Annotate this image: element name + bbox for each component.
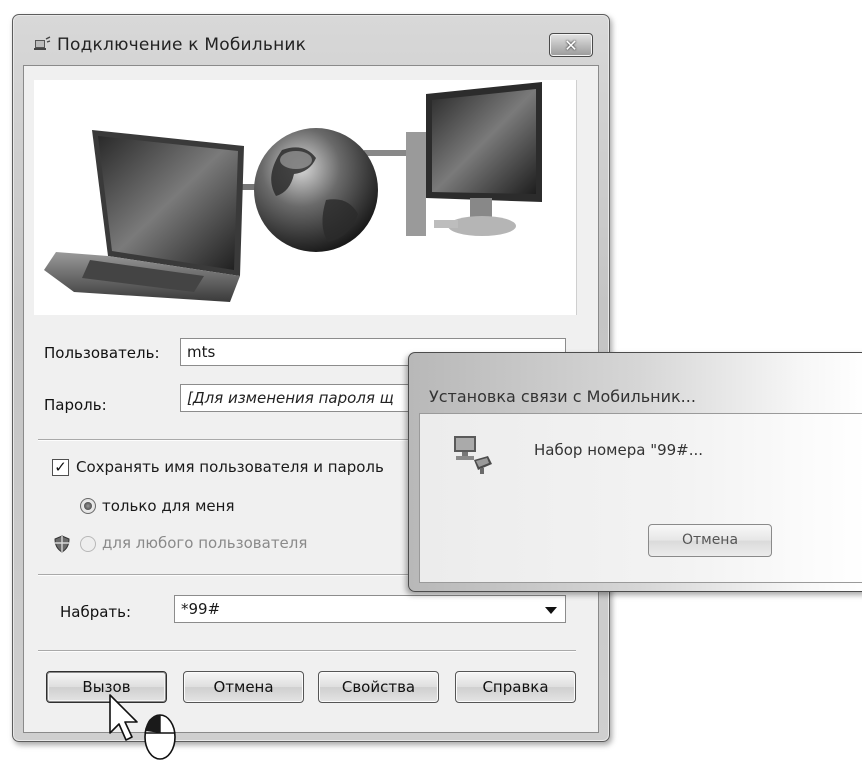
close-icon: ✕ — [564, 35, 578, 55]
dial-number-value: *99# — [181, 600, 221, 618]
radio-any-user-label: для любого пользователя — [102, 534, 308, 552]
shield-icon — [54, 535, 70, 553]
close-button[interactable]: ✕ — [549, 33, 593, 57]
save-credentials-checkbox[interactable]: ✓ — [52, 459, 69, 476]
dial-number-combobox[interactable]: *99# — [174, 595, 566, 623]
banner-illustration — [34, 80, 577, 315]
network-connection-icon — [454, 436, 492, 474]
mouse-pointer-icon — [109, 694, 176, 760]
popup-cancel-button[interactable]: Отмена — [648, 524, 772, 557]
connecting-title: Установка связи с Мобильник... — [429, 387, 696, 406]
laptop-icon — [44, 130, 244, 302]
dialing-status: Набор номера "99#... — [534, 441, 704, 459]
mouse-click-icon — [144, 714, 176, 760]
connecting-dialog: Установка связи с Мобильник... Набор ном… — [408, 352, 862, 592]
divider-bottom — [38, 650, 576, 652]
help-button[interactable]: Справка — [455, 671, 576, 703]
cancel-button[interactable]: Отмена — [183, 671, 304, 703]
title-bar[interactable]: Подключение к Мобильник ✕ — [13, 15, 609, 67]
chevron-down-icon[interactable] — [545, 607, 557, 614]
save-credentials-label: Сохранять имя пользователя и пароль — [76, 458, 384, 476]
desktop-computer-icon — [406, 82, 542, 236]
radio-any-user[interactable] — [80, 536, 96, 552]
password-label: Пароль: — [44, 396, 107, 414]
radio-only-me-label: только для меня — [102, 497, 235, 515]
radio-only-me[interactable] — [80, 498, 96, 514]
password-input[interactable]: [Для изменения пароля щ — [180, 384, 440, 412]
username-label: Пользователь: — [44, 344, 160, 362]
connecting-body: Набор номера "99#... Отмена — [419, 413, 862, 583]
link-line-right — [364, 150, 406, 156]
dial-label: Набрать: — [60, 603, 132, 621]
properties-button[interactable]: Свойства — [318, 671, 439, 703]
dialup-icon — [34, 36, 51, 50]
globe-icon — [254, 128, 378, 252]
window-title: Подключение к Мобильник — [57, 35, 307, 55]
